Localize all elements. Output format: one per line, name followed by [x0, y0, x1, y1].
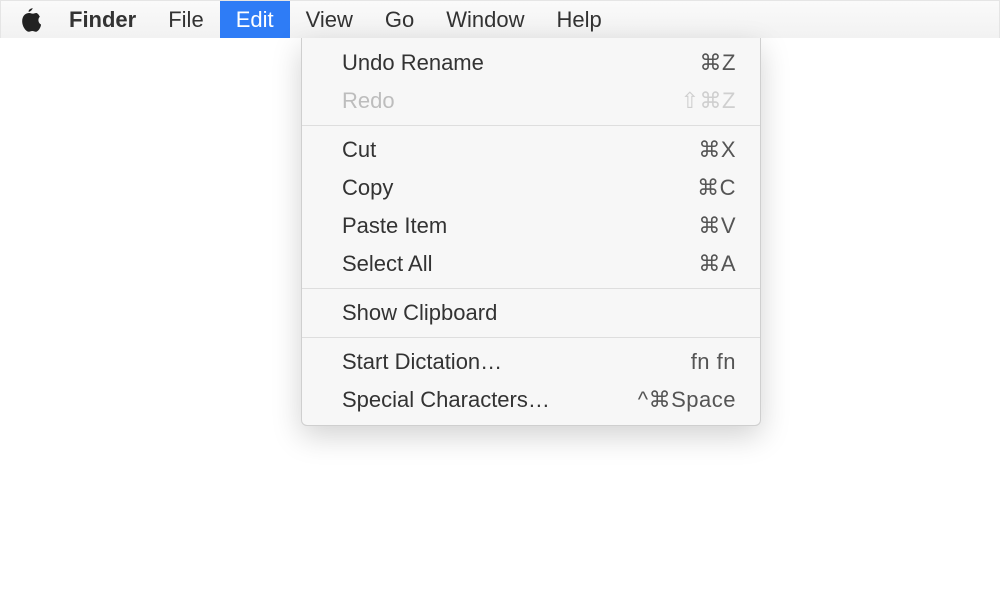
menubar-item-help[interactable]: Help: [541, 1, 618, 38]
menu-item-shortcut: ⌘V: [698, 213, 736, 239]
menu-item-label: Copy: [342, 175, 393, 201]
menu-item-undo-rename[interactable]: Undo Rename ⌘Z: [302, 44, 760, 82]
menu-item-paste-item[interactable]: Paste Item ⌘V: [302, 207, 760, 245]
menu-item-shortcut: ^⌘Space: [638, 387, 736, 413]
menu-item-start-dictation[interactable]: Start Dictation… fn fn: [302, 343, 760, 381]
menubar-item-window[interactable]: Window: [430, 1, 540, 38]
menu-item-cut[interactable]: Cut ⌘X: [302, 131, 760, 169]
menu-item-shortcut: fn fn: [691, 349, 736, 375]
menu-item-redo: Redo ⇧⌘Z: [302, 82, 760, 120]
menu-item-label: Undo Rename: [342, 50, 484, 76]
menu-separator: [302, 288, 760, 289]
apple-logo-icon[interactable]: [9, 8, 53, 32]
menubar-item-go[interactable]: Go: [369, 1, 430, 38]
menu-item-shortcut: ⌘A: [698, 251, 736, 277]
edit-menu-dropdown: Undo Rename ⌘Z Redo ⇧⌘Z Cut ⌘X Copy ⌘C P…: [301, 38, 761, 426]
menu-item-copy[interactable]: Copy ⌘C: [302, 169, 760, 207]
menu-item-shortcut: ⌘Z: [700, 50, 736, 76]
menu-item-special-characters[interactable]: Special Characters… ^⌘Space: [302, 381, 760, 419]
menu-item-label: Special Characters…: [342, 387, 550, 413]
menu-item-label: Start Dictation…: [342, 349, 502, 375]
menu-item-show-clipboard[interactable]: Show Clipboard: [302, 294, 760, 332]
menu-item-shortcut: ⇧⌘Z: [681, 88, 736, 114]
menubar-app-name[interactable]: Finder: [53, 1, 152, 38]
menubar-item-edit[interactable]: Edit: [220, 1, 290, 38]
menu-item-shortcut: ⌘C: [697, 175, 736, 201]
menu-item-label: Select All: [342, 251, 433, 277]
menu-item-label: Cut: [342, 137, 376, 163]
menubar-item-view[interactable]: View: [290, 1, 369, 38]
menu-item-select-all[interactable]: Select All ⌘A: [302, 245, 760, 283]
menu-item-label: Paste Item: [342, 213, 447, 239]
menubar: Finder File Edit View Go Window Help: [1, 1, 999, 39]
menu-separator: [302, 337, 760, 338]
menu-item-label: Show Clipboard: [342, 300, 497, 326]
menubar-item-file[interactable]: File: [152, 1, 219, 38]
menu-item-label: Redo: [342, 88, 395, 114]
menu-separator: [302, 125, 760, 126]
menu-item-shortcut: ⌘X: [698, 137, 736, 163]
